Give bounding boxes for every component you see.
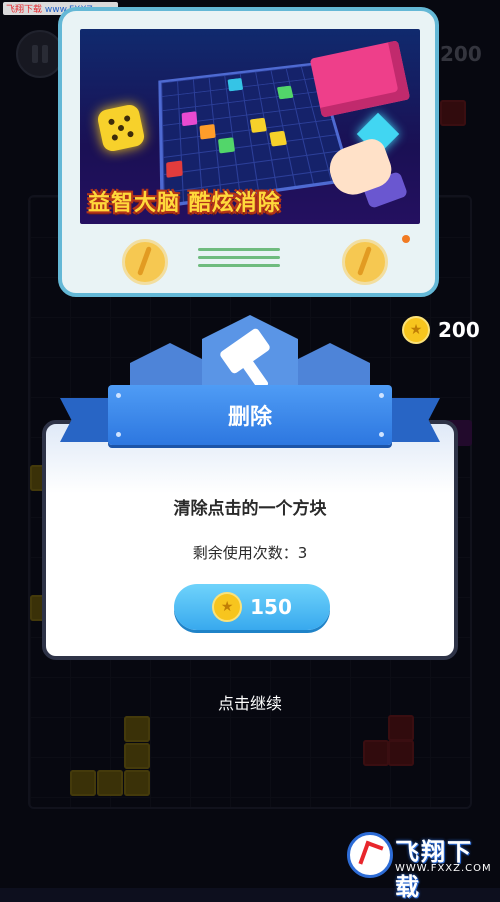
- dialog-description: 清除点击的一个方块: [173, 499, 327, 519]
- star-coin-icon: ★: [212, 592, 243, 622]
- coin-amount: 200: [438, 318, 480, 342]
- brand-logo: 飞翔下载 WWW.FXXZ.COM: [343, 830, 493, 901]
- delete-dialog: 清除点击的一个方块 剩余使用次数：3 ★ 150: [42, 420, 458, 660]
- advertisement-image[interactable]: 益智大脑 酷炫消除: [80, 29, 420, 224]
- speaker-vents: [198, 243, 280, 272]
- ad-cube: [166, 160, 183, 178]
- star-coin-icon: ★: [402, 316, 430, 344]
- ad-cube: [269, 130, 288, 147]
- ad-cube: [181, 111, 198, 127]
- knob-icon: [342, 239, 388, 285]
- watermark-site: 飞翔下载: [6, 5, 43, 15]
- knob-icon: [122, 239, 168, 285]
- ad-cube: [217, 137, 236, 154]
- ad-caption: 益智大脑 酷炫消除: [88, 191, 281, 216]
- ad-cube: [199, 123, 216, 140]
- ad-cube: [276, 85, 294, 100]
- ad-cube: [227, 77, 244, 92]
- buy-price: 150: [250, 595, 292, 619]
- advertisement-frame[interactable]: 益智大脑 酷炫消除: [58, 7, 439, 297]
- dialog-title: 删除: [227, 405, 272, 430]
- ad-pink-block: [309, 40, 411, 118]
- ad-cube: [249, 117, 267, 133]
- indicator-light: [402, 235, 410, 243]
- coin-counter: ★ 200: [402, 314, 480, 346]
- brand-mark-icon: [347, 832, 393, 878]
- dialog-title-ribbon: 删除: [108, 385, 392, 445]
- remaining-uses: 剩余使用次数：3: [192, 544, 308, 562]
- buy-button[interactable]: ★ 150: [174, 584, 330, 630]
- brand-url: WWW.FXXZ.COM: [395, 863, 492, 874]
- dice-icon: [96, 103, 146, 153]
- continue-button[interactable]: 点击继续: [0, 690, 500, 714]
